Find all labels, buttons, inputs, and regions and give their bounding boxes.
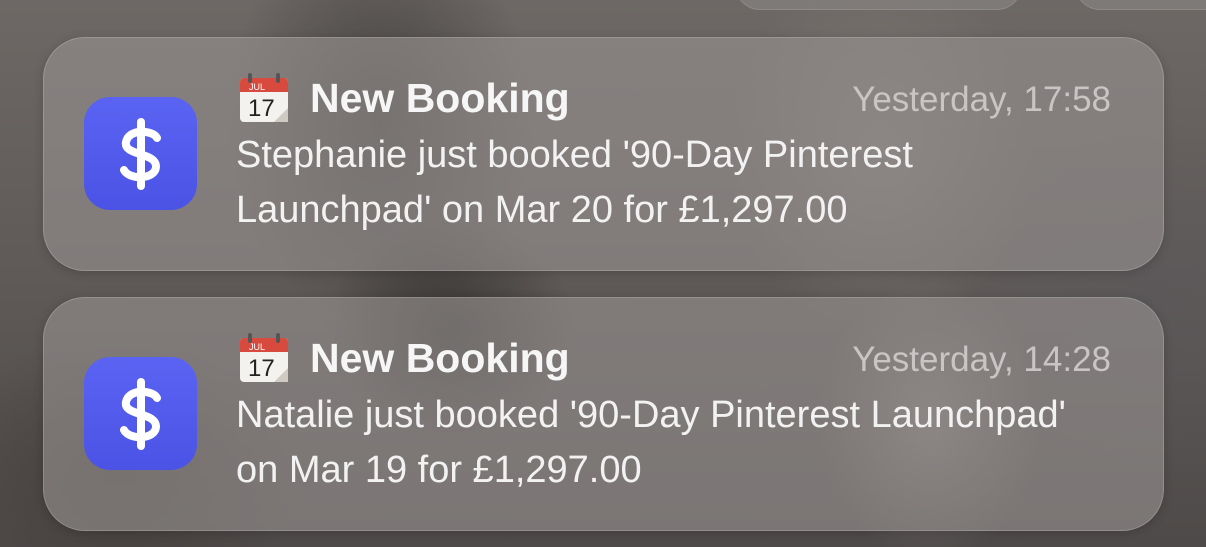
calendar-icon: JUL 17 bbox=[240, 333, 288, 382]
dollar-sign-icon bbox=[119, 117, 161, 190]
dollar-sign-icon bbox=[119, 377, 161, 450]
app-icon[interactable] bbox=[84, 97, 197, 210]
svg-text:JUL: JUL bbox=[249, 342, 265, 352]
notification-title: New Booking bbox=[310, 75, 570, 121]
notification-timestamp: Yesterday, 14:28 bbox=[852, 340, 1111, 379]
notification-timestamp: Yesterday, 17:58 bbox=[852, 80, 1111, 119]
notification-card-booking[interactable]: JUL 17 New Booking Yesterday, 17:58 Step… bbox=[43, 37, 1164, 271]
notification-message: Natalie just booked '90-Day Pinterest La… bbox=[236, 394, 1066, 491]
svg-text:17: 17 bbox=[248, 355, 275, 382]
previous-notification-stack-edge[interactable] bbox=[735, 0, 1022, 10]
previous-notification-stack-edge[interactable] bbox=[1075, 0, 1206, 10]
svg-text:JUL: JUL bbox=[249, 82, 265, 92]
notification-title: New Booking bbox=[310, 335, 570, 381]
app-icon[interactable] bbox=[84, 357, 197, 470]
notification-message: Stephanie just booked '90-Day Pinterest … bbox=[236, 134, 913, 231]
calendar-icon: JUL 17 bbox=[240, 73, 288, 122]
svg-text:17: 17 bbox=[248, 95, 275, 122]
notification-card-booking[interactable]: JUL 17 New Booking Yesterday, 14:28 Nata… bbox=[43, 297, 1164, 531]
